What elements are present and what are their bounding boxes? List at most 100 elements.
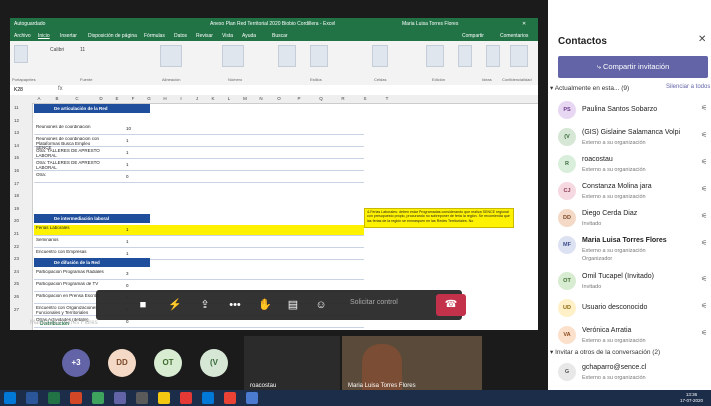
row-header[interactable]: 22: [14, 244, 19, 249]
column-header-a[interactable]: A: [32, 96, 46, 101]
row-header[interactable]: 11: [14, 105, 19, 110]
row-header[interactable]: 21: [14, 231, 19, 236]
table-row[interactable]: Otra: TALLERES DE APRESTO LABORAL 1: [34, 148, 364, 159]
mic-off-icon[interactable]: ⚟: [701, 185, 707, 193]
taskbar-app-icon[interactable]: [180, 392, 192, 404]
row-header[interactable]: 13: [14, 130, 19, 135]
tab-datos[interactable]: Datos: [174, 33, 187, 39]
mic-off-icon[interactable]: ⚟: [701, 131, 707, 139]
column-header-h[interactable]: H: [158, 96, 172, 101]
alignment-icon[interactable]: [160, 45, 182, 67]
row-header[interactable]: 25: [14, 281, 19, 286]
tab-formulas[interactable]: Fórmulas: [144, 33, 165, 39]
video-tile-roacostau[interactable]: roacostau: [244, 336, 340, 390]
current-participants-label[interactable]: ▾ Actualmente en esta... (9): [550, 84, 629, 92]
start-icon[interactable]: [4, 392, 16, 404]
find-icon[interactable]: [458, 45, 472, 67]
confidentiality-icon[interactable]: [510, 45, 528, 67]
row-header[interactable]: 18: [14, 193, 19, 198]
mic-off-icon[interactable]: ⚟: [701, 158, 707, 166]
share-invite-button[interactable]: ⤷ Compartir invitación: [558, 56, 708, 78]
request-control-button[interactable]: Solicitar control: [350, 299, 398, 306]
participant-avatar[interactable]: DD: [108, 349, 136, 377]
function-icon[interactable]: fx: [58, 86, 63, 92]
taskbar-app-icon[interactable]: [158, 392, 170, 404]
hang-up-button[interactable]: ☎: [436, 294, 466, 316]
share-button[interactable]: Compartir: [462, 33, 484, 39]
contact-item[interactable]: DD Diego Cerda Diaz Invitado ⚟: [548, 204, 711, 234]
row-header[interactable]: 27: [14, 307, 19, 312]
column-header-q[interactable]: Q: [314, 96, 328, 101]
row-header[interactable]: 24: [14, 269, 19, 274]
table-row[interactable]: Participación Programas Radiales 3: [34, 269, 364, 280]
tab-ayuda[interactable]: Ayuda: [242, 33, 256, 39]
name-box[interactable]: K28: [14, 87, 23, 93]
contact-item[interactable]: PS Paulina Santos Sobarzo ⚟: [548, 96, 711, 126]
taskbar-app-icon[interactable]: [202, 392, 214, 404]
taskbar-app-icon[interactable]: [114, 392, 126, 404]
row-header[interactable]: 15: [14, 155, 19, 160]
invited-contact[interactable]: G gchaparro@sence.cl Externo a su organi…: [548, 358, 711, 388]
format-table-icon[interactable]: [310, 45, 328, 67]
table-row[interactable]: Reuniones de coordinación 10: [34, 124, 364, 135]
close-icon[interactable]: ✕: [522, 21, 526, 27]
taskbar-app-icon[interactable]: [92, 392, 104, 404]
share-screen-icon[interactable]: ⇪: [198, 298, 212, 312]
row-header[interactable]: 16: [14, 168, 19, 173]
participant-avatar[interactable]: (V: [200, 349, 228, 377]
mic-off-icon[interactable]: ⚟: [701, 302, 707, 310]
contact-item[interactable]: VA Verónica Arratia Externo a su organizac…: [548, 321, 711, 351]
close-icon[interactable]: ✕: [698, 34, 706, 45]
chat-icon[interactable]: ▤: [286, 298, 300, 312]
invite-section-label[interactable]: ▾ Invitar a otros de la conversación (2): [550, 348, 660, 356]
row-header[interactable]: 19: [14, 206, 19, 211]
row-header[interactable]: 23: [14, 256, 19, 261]
sort-filter-icon[interactable]: [426, 45, 444, 67]
camera-icon[interactable]: ■: [136, 298, 150, 312]
ideas-icon[interactable]: [486, 45, 500, 67]
row-header[interactable]: 26: [14, 294, 19, 299]
contact-item[interactable]: (V (GIS) Gislaine Salamanca Volpi Externo …: [548, 123, 711, 153]
table-row[interactable]: Seminarios 1: [34, 237, 364, 248]
mic-off-icon[interactable]: ⚡: [168, 298, 182, 312]
row-header[interactable]: 12: [14, 118, 19, 123]
participants-icon[interactable]: ☺: [314, 298, 328, 312]
conditional-format-icon[interactable]: [278, 45, 296, 67]
taskbar-app-icon[interactable]: [136, 392, 148, 404]
column-header-l[interactable]: L: [222, 96, 236, 101]
number-format-icon[interactable]: [222, 45, 244, 67]
column-header-t[interactable]: T: [380, 96, 394, 101]
table-row[interactable]: Otra: TALLERES DE APRESTO LABORAL 1: [34, 160, 364, 171]
tab-disposicion[interactable]: Disposición de página: [88, 33, 137, 39]
mute-all-link[interactable]: Silenciar a todos: [666, 84, 710, 90]
contact-item[interactable]: Rroacostau Externo a su organización ⚟: [548, 150, 711, 180]
mic-off-icon[interactable]: ⚟: [701, 329, 707, 337]
row-header[interactable]: 14: [14, 143, 19, 148]
row-header[interactable]: 20: [14, 218, 19, 223]
column-header-s[interactable]: S: [358, 96, 372, 101]
tab-revisar[interactable]: Revisar: [196, 33, 213, 39]
column-header-f[interactable]: F: [126, 96, 140, 101]
mic-off-icon[interactable]: ⚟: [701, 104, 707, 112]
video-tile-presenter[interactable]: Maria Luisa Torres Flores: [342, 336, 482, 390]
taskbar-app-icon[interactable]: [26, 392, 38, 404]
taskbar-app-icon[interactable]: [224, 392, 236, 404]
column-header-p[interactable]: P: [292, 96, 306, 101]
mic-off-icon[interactable]: ⚟: [701, 212, 707, 220]
mic-off-icon[interactable]: ⚟: [701, 239, 707, 247]
column-header-k[interactable]: K: [206, 96, 220, 101]
contact-item[interactable]: OT Omil Tucapel (Invitado) Invitado ⚟: [548, 267, 711, 297]
overflow-participants[interactable]: +3: [62, 349, 90, 377]
tab-vista[interactable]: Vista: [222, 33, 233, 39]
column-header-g[interactable]: G: [142, 96, 156, 101]
table-row[interactable]: Ferias Laborales 1: [34, 225, 364, 236]
tab-archivo[interactable]: Archivo: [14, 33, 31, 39]
mic-off-icon[interactable]: ⚟: [701, 275, 707, 283]
taskbar-app-icon[interactable]: [70, 392, 82, 404]
comments-button[interactable]: Comentarios: [500, 33, 528, 39]
tab-insertar[interactable]: Insertar: [60, 33, 77, 39]
row-header[interactable]: 17: [14, 181, 19, 186]
taskbar-app-icon[interactable]: [246, 392, 258, 404]
column-header-b[interactable]: B: [50, 96, 64, 101]
insert-cells-icon[interactable]: [372, 45, 388, 67]
